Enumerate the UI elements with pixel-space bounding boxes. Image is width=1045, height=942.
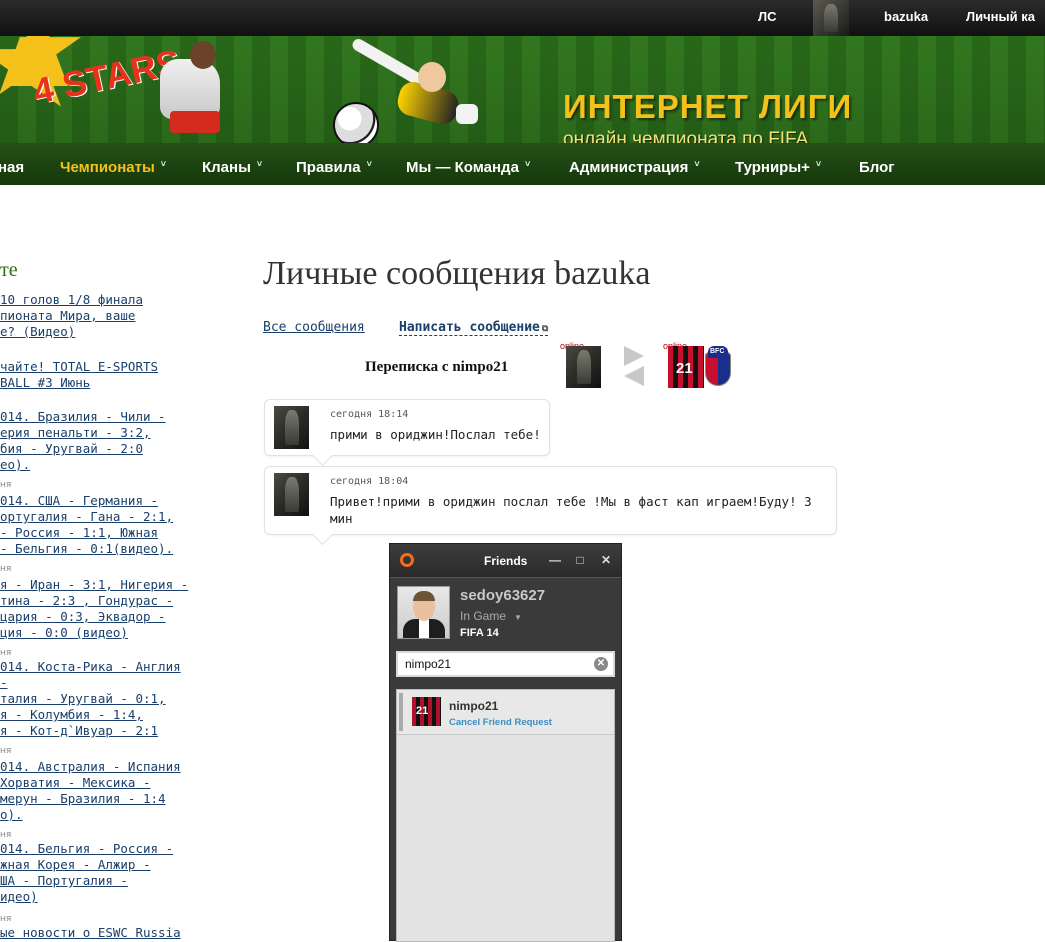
search-value: nimpo21 bbox=[405, 657, 452, 671]
all-messages-link[interactable]: Все сообщения bbox=[263, 320, 365, 335]
ball-icon bbox=[333, 102, 379, 143]
user-avatar[interactable] bbox=[813, 0, 849, 36]
nav-item-home[interactable]: ная bbox=[0, 159, 24, 176]
avatar-figure bbox=[823, 3, 839, 33]
top-bar: ЛС bazuka Личный ка bbox=[0, 0, 1045, 36]
news-date: ня bbox=[0, 648, 12, 658]
my-avatar[interactable] bbox=[566, 346, 601, 388]
nav-item-clans[interactable]: Кланы ˅ bbox=[202, 159, 262, 176]
message-avatar[interactable] bbox=[274, 406, 309, 449]
message-time: сегодня 18:14 bbox=[330, 409, 409, 420]
messages-link[interactable]: ЛС bbox=[758, 9, 777, 24]
news-date: ня bbox=[0, 914, 12, 924]
news-link[interactable]: 10 голов 1/8 финала пионата Мира, ваше е… bbox=[0, 292, 190, 340]
username-link[interactable]: bazuka bbox=[884, 9, 928, 24]
friend-results-list: 21 nimpo21 Cancel Friend Request bbox=[396, 689, 615, 942]
club-badge-icon: BFC bbox=[705, 346, 731, 386]
external-link-icon: ⧉ bbox=[541, 324, 549, 334]
presence-status[interactable]: In Game ▼ bbox=[460, 609, 522, 623]
cancel-friend-request-link[interactable]: Cancel Friend Request bbox=[449, 717, 552, 728]
conversation-title: Переписка с nimpo21 bbox=[365, 359, 509, 375]
news-link[interactable]: 014. Австралия - Испания Хорватия - Мекс… bbox=[0, 759, 190, 823]
news-link[interactable]: чайте! TOTAL E-SPORTS BALL #3 Июнь bbox=[0, 359, 190, 391]
chevron-down-icon: ˅ bbox=[256, 159, 263, 169]
sidebar-title: те bbox=[0, 259, 18, 281]
window-titlebar[interactable]: Friends — □ ✕ bbox=[390, 544, 621, 577]
current-game: FIFA 14 bbox=[460, 627, 499, 639]
message-time: сегодня 18:04 bbox=[330, 476, 409, 487]
news-date: ня bbox=[0, 830, 12, 840]
friend-name: nimpo21 bbox=[449, 699, 499, 713]
message-bubble: сегодня 18:04 Привет!прими в ориджин пос… bbox=[264, 466, 837, 546]
banner-subheadline: онлайн чемпионата по FIFA bbox=[563, 129, 809, 143]
partner-avatar[interactable]: 21 bbox=[668, 346, 704, 388]
friend-search-input[interactable]: nimpo21 ✕ bbox=[396, 651, 615, 677]
site-banner: 4 STARS ИНТЕРНЕТ ЛИГИ онлайн чемпионата … bbox=[0, 36, 1045, 143]
news-link[interactable]: 014. Коста-Рика - Англия - талия - Уругв… bbox=[0, 659, 190, 739]
nav-item-rules[interactable]: Правила ˅ bbox=[296, 159, 372, 176]
profile-username: sedoy63627 bbox=[460, 587, 546, 604]
message-text: Привет!прими в ориджин послал тебе !Мы в… bbox=[330, 494, 812, 526]
write-message-link[interactable]: Написать сообщение ⧉ bbox=[399, 320, 549, 336]
news-link[interactable]: 014. Бразилия - Чили - ерия пенальти - 3… bbox=[0, 409, 190, 473]
origin-icon bbox=[400, 553, 414, 567]
player-illustration bbox=[150, 41, 230, 141]
main-nav: ная Чемпионаты ˅ Кланы ˅ Правила ˅ Мы — Ком… bbox=[0, 143, 1045, 185]
nav-item-championships[interactable]: Чемпионаты ˅ bbox=[60, 159, 166, 176]
maximize-button[interactable]: □ bbox=[570, 550, 590, 570]
chevron-down-icon: ˅ bbox=[815, 159, 822, 169]
nav-item-blog[interactable]: Блог bbox=[859, 159, 895, 176]
exchange-arrows-icon bbox=[624, 346, 646, 386]
profile-avatar[interactable] bbox=[397, 586, 450, 639]
nav-item-team[interactable]: Мы — Команда ˅ bbox=[406, 159, 530, 176]
news-date: ня bbox=[0, 480, 12, 490]
close-button[interactable]: ✕ bbox=[596, 550, 616, 570]
message-bubble: сегодня 18:14 прими в ориджин!Послал теб… bbox=[264, 399, 550, 467]
news-link[interactable]: 014. Бельгия - Россия - жная Корея - Алж… bbox=[0, 841, 190, 905]
banner-headline: ИНТЕРНЕТ ЛИГИ bbox=[563, 88, 853, 125]
chevron-down-icon: ˅ bbox=[160, 159, 167, 169]
news-link[interactable]: 014. США - Германия - ортугалия - Гана -… bbox=[0, 493, 190, 557]
chevron-down-icon: ˅ bbox=[366, 159, 372, 169]
page-title: Личные сообщения bazuka bbox=[263, 255, 651, 292]
friends-window: Friends — □ ✕ sedoy63627 In Game ▼ FIFA 1… bbox=[389, 543, 622, 942]
chevron-down-icon: ˅ bbox=[524, 159, 531, 169]
chevron-down-icon: ˅ bbox=[694, 159, 700, 169]
cabinet-link[interactable]: Личный ка bbox=[966, 9, 1035, 24]
message-avatar[interactable] bbox=[274, 473, 309, 516]
news-link[interactable]: я - Иран - 3:1, Нигерия - тина - 2:3 , Г… bbox=[0, 577, 190, 641]
friend-avatar: 21 bbox=[412, 697, 441, 726]
minimize-button[interactable]: — bbox=[545, 550, 565, 570]
news-link[interactable]: ые новости о ESWC Russia bbox=[0, 925, 190, 941]
list-item[interactable]: 21 nimpo21 Cancel Friend Request bbox=[397, 690, 614, 735]
nav-item-administration[interactable]: Администрация ˅ bbox=[569, 159, 700, 176]
nav-item-tournaments[interactable]: Турниры+ ˅ bbox=[735, 159, 821, 176]
message-text: прими в ориджин!Послал тебе! bbox=[330, 427, 541, 442]
chevron-down-icon: ▼ bbox=[514, 613, 522, 622]
news-date: ня bbox=[0, 746, 12, 756]
window-title: Friends bbox=[484, 554, 528, 568]
clear-icon[interactable]: ✕ bbox=[594, 657, 608, 671]
news-date: ня bbox=[0, 564, 12, 574]
